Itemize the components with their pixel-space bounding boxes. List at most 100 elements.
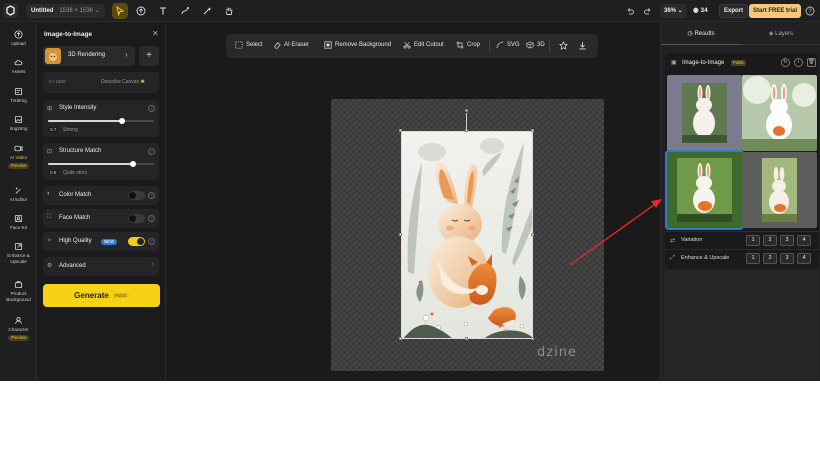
- variation-2-button[interactable]: 2: [763, 235, 777, 246]
- slider-handle[interactable]: [129, 161, 136, 167]
- undo-button[interactable]: [622, 3, 638, 19]
- text-tool-button[interactable]: [155, 3, 171, 19]
- face-match-toggle[interactable]: [128, 214, 145, 223]
- enhance-4-button[interactable]: 4: [797, 253, 811, 264]
- logo-icon[interactable]: [3, 3, 18, 18]
- style-intensity-slider[interactable]: [48, 118, 154, 124]
- download-button[interactable]: [578, 41, 590, 50]
- slider-handle[interactable]: [119, 118, 126, 124]
- style-intensity-label: Style Intensity: [59, 105, 97, 111]
- structure-match-slider[interactable]: [48, 161, 154, 167]
- enhance-2-button[interactable]: 2: [763, 253, 777, 264]
- artboard[interactable]: dzine: [331, 99, 604, 371]
- rail-item-face-kit[interactable]: Face Kit: [0, 214, 37, 231]
- variation-row: ⇄ Variation 1 2 3 4: [665, 231, 819, 249]
- resize-handle[interactable]: [399, 337, 402, 340]
- resize-handle[interactable]: [531, 337, 534, 340]
- tab-results[interactable]: ◷ Results: [661, 23, 741, 45]
- export-button[interactable]: Export: [719, 4, 749, 18]
- info-icon[interactable]: ?: [148, 238, 155, 245]
- describe-canvas-button[interactable]: Describe Canvas ✺: [101, 79, 145, 85]
- credits-display[interactable]: ◉ 34: [693, 4, 708, 18]
- advanced-row[interactable]: ⚙ Advanced ›: [43, 257, 159, 276]
- delete-icon[interactable]: 🗑: [807, 58, 816, 67]
- favorite-button[interactable]: [559, 41, 571, 50]
- result-thumbnail[interactable]: [742, 152, 817, 228]
- upload-tool-button[interactable]: [133, 3, 149, 19]
- info-icon[interactable]: i: [794, 58, 803, 67]
- prompt-input[interactable]: 0 / 1800 Describe Canvas ✺: [43, 72, 159, 93]
- rail-label: AI Editor: [9, 197, 28, 202]
- style-selector[interactable]: 3D Rendering ›: [43, 46, 135, 66]
- result-thumbnail-selected[interactable]: [665, 150, 744, 230]
- magic-tool-button[interactable]: [199, 3, 215, 19]
- ai-eraser-button[interactable]: AI Eraser: [273, 41, 309, 49]
- resize-handle[interactable]: [399, 129, 402, 132]
- high-quality-toggle[interactable]: [128, 237, 145, 246]
- regenerate-icon[interactable]: ↻: [781, 58, 790, 67]
- crop-label: Crop: [467, 42, 481, 48]
- variation-label: Variation: [681, 237, 703, 243]
- resize-handle[interactable]: [531, 233, 534, 236]
- redo-button[interactable]: [640, 3, 656, 19]
- rail-item-character[interactable]: Character Preview: [0, 316, 37, 341]
- edit-cutout-label: Edit Cutout: [414, 42, 444, 48]
- result-thumbnail[interactable]: [667, 75, 742, 151]
- image-to-image-panel: Image-to-Image ✕ 3D Rendering › + 0 / 18…: [38, 23, 166, 381]
- 3d-button[interactable]: 3D: [526, 41, 545, 49]
- quality-icon: ✧: [47, 238, 53, 244]
- document-title[interactable]: Untitled 1536 × 1536 ⌄: [26, 4, 105, 18]
- svg-button[interactable]: SVG: [496, 41, 520, 49]
- hand-tool-button[interactable]: [221, 3, 237, 19]
- color-match-label: Color Match: [59, 192, 92, 198]
- resize-handle[interactable]: [465, 129, 468, 132]
- enhance-3-button[interactable]: 3: [780, 253, 794, 264]
- rail-item-enhance-upscale[interactable]: Enhance & Upscale: [0, 242, 37, 264]
- enhance-1-button[interactable]: 1: [746, 253, 760, 264]
- resize-handle[interactable]: [531, 129, 534, 132]
- rail-item-upload[interactable]: Upload: [0, 30, 37, 47]
- canvas-image[interactable]: [401, 131, 533, 339]
- rail-label: Product Background: [6, 291, 31, 302]
- free-trial-button[interactable]: Start FREE trial: [749, 4, 802, 18]
- generate-button[interactable]: Generate Public: [43, 284, 160, 307]
- tab-layers[interactable]: ◈ Layers: [741, 23, 820, 45]
- rail-item-ai-editor[interactable]: AI Editor: [0, 186, 37, 203]
- undo-icon: [627, 8, 634, 15]
- rail-item-txt2img[interactable]: Txt2Img: [0, 87, 37, 104]
- select-tool-button[interactable]: [112, 3, 128, 19]
- resize-handle[interactable]: [465, 337, 468, 340]
- help-button[interactable]: ?: [802, 3, 818, 19]
- result-thumbnail[interactable]: [742, 75, 817, 151]
- crop-button[interactable]: Crop: [456, 41, 480, 49]
- pen-tool-button[interactable]: [177, 3, 193, 19]
- rotate-handle[interactable]: [465, 109, 468, 112]
- resize-handle[interactable]: [399, 233, 402, 236]
- help-icon: ?: [805, 6, 815, 16]
- settings-icon: ⚙: [47, 263, 53, 269]
- enhance-upscale-row: ⤢ Enhance & Upscale 1 2 3 4: [665, 249, 819, 267]
- rail-item-product-background[interactable]: Product Background: [0, 280, 37, 302]
- chevron-right-icon: ›: [125, 50, 128, 59]
- remove-background-button[interactable]: Remove Background: [324, 41, 391, 49]
- variation-3-button[interactable]: 3: [780, 235, 794, 246]
- canvas-area[interactable]: Select AI Eraser Remove Background Edit …: [167, 23, 659, 381]
- info-icon[interactable]: ?: [148, 148, 155, 155]
- close-icon[interactable]: ✕: [152, 29, 159, 38]
- add-style-button[interactable]: +: [139, 46, 159, 66]
- zoom-dropdown[interactable]: 36% ⌄: [660, 4, 687, 18]
- select-button[interactable]: Select: [235, 41, 263, 49]
- variation-icon: ⇄: [670, 238, 676, 244]
- rail-item-img2img[interactable]: Img2Img: [0, 115, 37, 132]
- info-icon[interactable]: ?: [148, 192, 155, 199]
- preview-badge: Preview: [7, 162, 30, 169]
- rail-item-ai-video[interactable]: AI Video Preview: [0, 144, 37, 169]
- face-match-label: Face Match: [59, 215, 91, 221]
- variation-4-button[interactable]: 4: [797, 235, 811, 246]
- info-icon[interactable]: ?: [148, 215, 155, 222]
- edit-cutout-button[interactable]: Edit Cutout: [403, 41, 444, 49]
- color-match-toggle[interactable]: [128, 191, 145, 200]
- rail-item-assets[interactable]: Assets: [0, 58, 37, 75]
- variation-1-button[interactable]: 1: [746, 235, 760, 246]
- info-icon[interactable]: ?: [148, 105, 155, 112]
